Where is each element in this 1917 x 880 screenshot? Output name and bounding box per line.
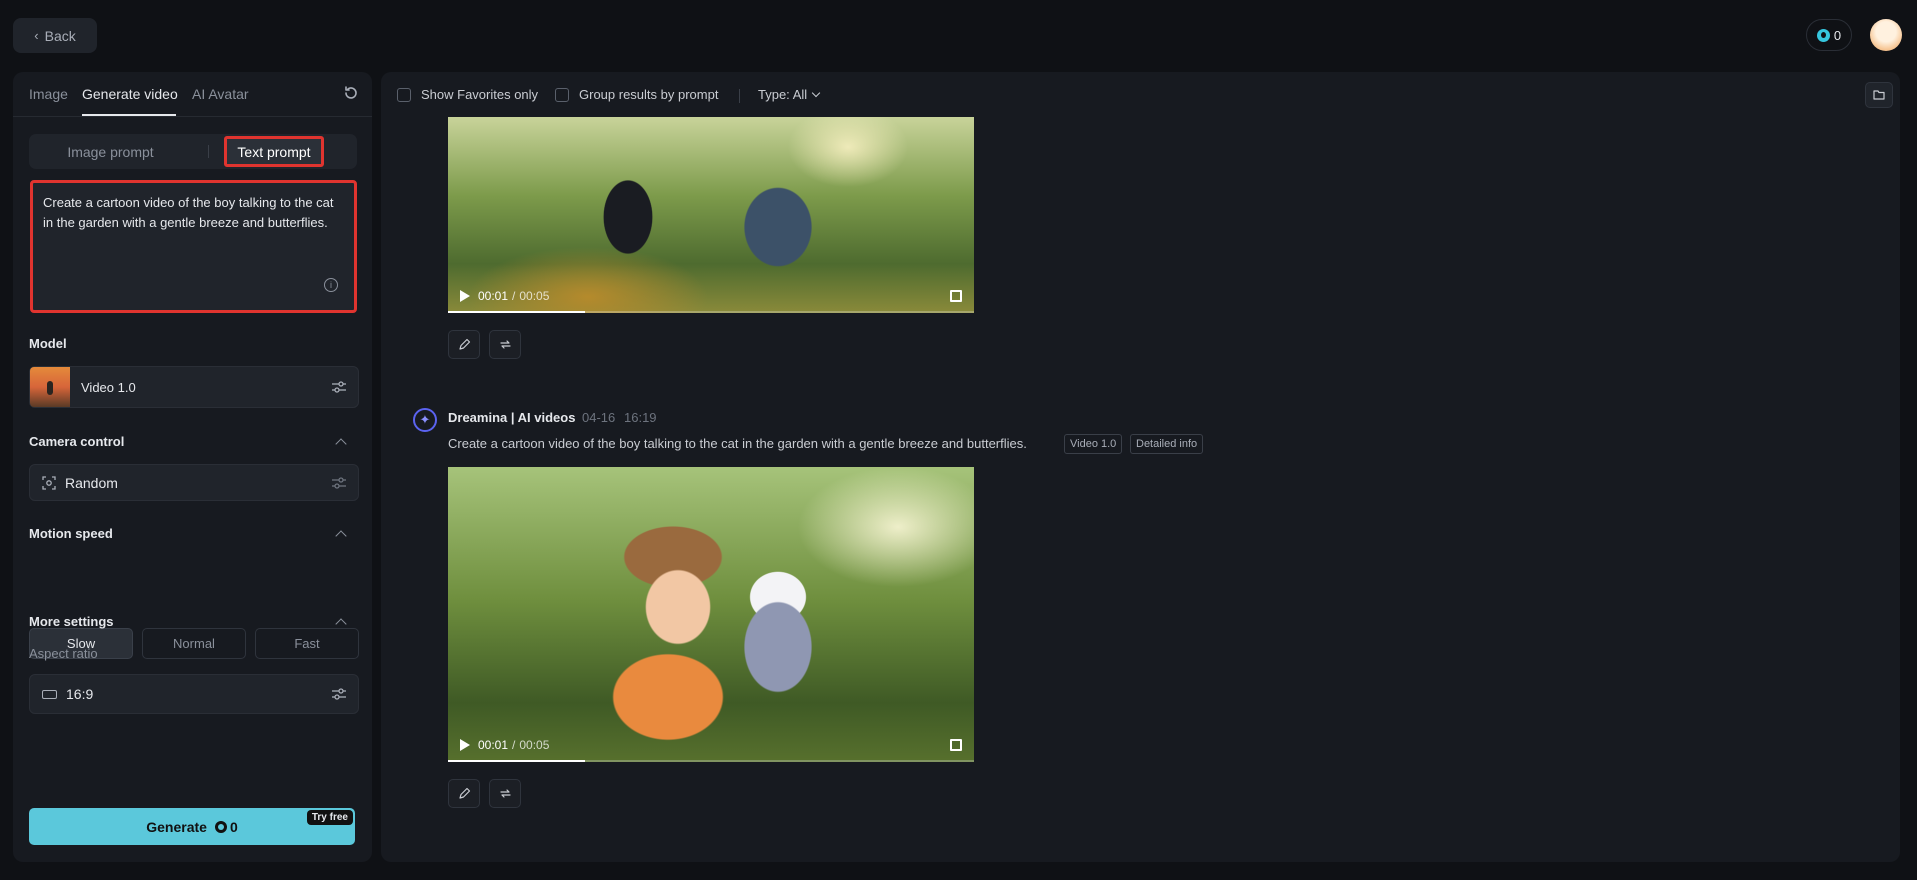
time-total: 00:05 [519,289,550,303]
group-label[interactable]: Group results by prompt [579,87,718,102]
image-prompt-tab[interactable]: Image prompt [29,134,192,169]
time-current: 00:01 [478,738,509,752]
top-bar: ‹ Back 0 [0,0,1917,72]
info-icon[interactable]: i [324,278,338,292]
mode-tabs: Image Generate video AI Avatar [13,72,372,117]
time-current: 00:01 [478,289,509,303]
credits-count: 0 [1833,27,1842,43]
fullscreen-icon[interactable] [950,290,962,302]
play-icon[interactable] [460,739,470,751]
result-prompt: Create a cartoon video of the boy talkin… [448,436,1027,451]
result-date: 04-16 [582,410,616,425]
divider [739,89,740,103]
divider [208,145,209,158]
model-value: Video 1.0 [81,379,136,395]
camera-control-label: Camera control [29,434,125,449]
user-avatar[interactable] [1870,19,1902,51]
chevron-down-icon [811,88,821,98]
text-prompt-tab[interactable]: Text prompt [224,136,324,167]
generate-button[interactable]: Generate 0 Try free [29,808,355,845]
edit-button[interactable] [448,779,480,808]
generate-label: Generate [146,818,207,835]
favorites-checkbox[interactable] [397,88,411,102]
model-selector[interactable]: Video 1.0 [29,366,359,408]
time-separator: / [512,289,516,303]
tab-ai-avatar[interactable]: AI Avatar [192,86,249,102]
repeat-icon [499,340,511,349]
edit-button[interactable] [448,330,480,359]
pencil-icon [458,338,470,350]
model-label: Model [29,336,67,351]
credits-badge[interactable]: 0 [1806,19,1852,51]
sliders-icon[interactable] [332,381,346,393]
generate-cost: 0 [214,818,238,835]
back-button[interactable]: ‹ Back [13,18,97,53]
sliders-icon[interactable] [332,476,346,489]
fullscreen-icon[interactable] [950,739,962,751]
reset-icon[interactable] [342,84,360,102]
chevron-left-icon: ‹ [34,28,39,43]
model-thumbnail [30,367,70,407]
coin-icon [1816,28,1830,42]
chevron-up-icon[interactable] [335,438,347,450]
speed-normal-button[interactable]: Normal [142,628,246,659]
results-panel: Show Favorites only Group results by pro… [381,72,1900,862]
aspect-ratio-value: 16:9 [66,686,94,702]
time-separator: / [512,738,516,752]
video-controls: 00:01 / 00:05 [448,728,974,762]
video-progress[interactable] [448,311,974,313]
detailed-info-tag[interactable]: Detailed info [1130,434,1204,454]
group-checkbox[interactable] [555,88,569,102]
aspect-ratio-icon [42,689,57,699]
sliders-icon[interactable] [332,688,346,700]
model-tag: Video 1.0 [1064,434,1123,454]
generate-cost-value: 0 [229,818,238,835]
play-icon[interactable] [460,290,470,302]
motion-speed-label: Motion speed [29,526,113,541]
back-label: Back [44,27,76,44]
result-time: 16:19 [624,410,657,425]
prompt-textarea[interactable]: Create a cartoon video of the boy talkin… [30,180,357,313]
result-author: Dreamina | AI videos [448,410,576,425]
tab-image[interactable]: Image [29,86,68,102]
speed-fast-button[interactable]: Fast [255,628,359,659]
favorites-label[interactable]: Show Favorites only [421,87,538,102]
video-controls: 00:01 / 00:05 [448,279,974,313]
time-total: 00:05 [519,738,550,752]
repeat-icon [499,789,511,798]
folder-icon [1873,90,1885,100]
video-player[interactable]: 00:01 / 00:05 [448,467,974,762]
video-progress[interactable] [448,760,974,762]
tab-generate-video[interactable]: Generate video [82,86,178,102]
active-tab-indicator [82,114,176,116]
regenerate-button[interactable] [489,779,521,808]
regenerate-button[interactable] [489,330,521,359]
dreamina-avatar-icon: ✦ [413,408,437,432]
more-settings-label: More settings [29,614,114,629]
try-free-badge: Try free [306,810,353,825]
coin-icon [214,820,227,833]
type-filter[interactable]: Type: All [758,87,821,102]
aspect-ratio-label: Aspect ratio [29,646,98,661]
folder-button[interactable] [1865,82,1893,108]
type-filter-label: Type: All [758,87,808,102]
prompt-mode-switch: Image prompt Text prompt [29,134,357,169]
progress-fill [448,760,585,762]
camera-selector[interactable]: Random [29,464,359,501]
video-player[interactable]: 00:01 / 00:05 [448,117,974,313]
prompt-text: Create a cartoon video of the boy talkin… [43,195,334,230]
chevron-up-icon[interactable] [335,530,347,542]
pencil-icon [458,787,470,799]
aspect-ratio-selector[interactable]: 16:9 [29,674,359,714]
left-panel: Image Generate video AI Avatar Image pro… [13,72,372,862]
filter-bar: Show Favorites only Group results by pro… [381,72,1900,118]
camera-value: Random [65,474,118,491]
progress-fill [448,311,585,313]
camera-icon [42,475,56,490]
